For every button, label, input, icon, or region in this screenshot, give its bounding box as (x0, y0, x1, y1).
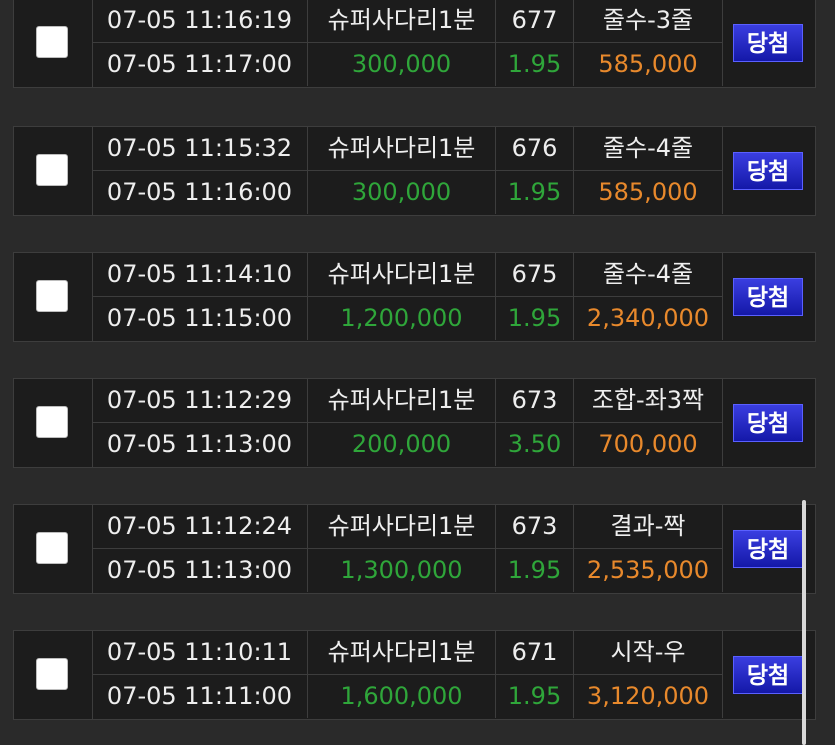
bet-entry: 07-05 11:14:10 슈퍼사다리1분 675 줄수-4줄 07-05 1… (13, 252, 816, 342)
select-checkbox[interactable] (36, 532, 68, 564)
bet-entry: 07-05 11:12:24 슈퍼사다리1분 673 결과-짝 07-05 11… (13, 504, 816, 594)
win-badge[interactable]: 당첨 (733, 152, 803, 190)
bet-pick: 줄수-4줄 (574, 127, 723, 170)
bet-entry: 07-05 11:15:32 슈퍼사다리1분 676 줄수-4줄 07-05 1… (13, 126, 816, 216)
bet-pick: 줄수-4줄 (574, 253, 723, 296)
bet-pick: 시작-우 (574, 631, 723, 674)
select-checkbox[interactable] (36, 406, 68, 438)
bet-odds: 3.50 (496, 423, 574, 466)
bet-time: 07-05 11:14:10 (92, 253, 308, 296)
select-checkbox[interactable] (36, 280, 68, 312)
bet-amount-row: 07-05 11:13:00 200,000 3.50 700,000 (92, 423, 723, 466)
round-number: 676 (496, 127, 574, 170)
result-cell: 당첨 (723, 0, 815, 87)
result-cell: 당첨 (723, 253, 815, 341)
bet-details: 07-05 11:10:11 슈퍼사다리1분 671 시작-우 07-05 11… (92, 631, 723, 719)
bet-amount-row: 07-05 11:16:00 300,000 1.95 585,000 (92, 171, 723, 214)
bet-time: 07-05 11:12:29 (92, 379, 308, 422)
payout-amount: 3,120,000 (574, 675, 723, 718)
bet-pick: 줄수-3줄 (574, 0, 723, 42)
select-checkbox[interactable] (36, 658, 68, 690)
payout-amount: 585,000 (574, 43, 723, 86)
bet-pick: 결과-짝 (574, 505, 723, 548)
bet-amount: 1,300,000 (308, 549, 496, 592)
bet-details: 07-05 11:12:24 슈퍼사다리1분 673 결과-짝 07-05 11… (92, 505, 723, 593)
bet-amount: 300,000 (308, 43, 496, 86)
draw-time: 07-05 11:15:00 (92, 297, 308, 340)
result-cell: 당첨 (723, 127, 815, 215)
bet-time: 07-05 11:12:24 (92, 505, 308, 548)
select-checkbox[interactable] (36, 154, 68, 186)
round-number: 675 (496, 253, 574, 296)
bet-entry: 07-05 11:10:11 슈퍼사다리1분 671 시작-우 07-05 11… (13, 630, 816, 720)
select-cell (14, 379, 93, 467)
round-number: 673 (496, 379, 574, 422)
bet-entry: 07-05 11:12:29 슈퍼사다리1분 673 조합-좌3짝 07-05 … (13, 378, 816, 468)
bet-history-list: 07-05 11:16:19 슈퍼사다리1분 677 줄수-3줄 07-05 1… (0, 0, 835, 745)
payout-amount: 585,000 (574, 171, 723, 214)
bet-amount: 300,000 (308, 171, 496, 214)
bet-info-row: 07-05 11:12:29 슈퍼사다리1분 673 조합-좌3짝 (92, 379, 723, 423)
select-cell (14, 253, 93, 341)
bet-amount-row: 07-05 11:17:00 300,000 1.95 585,000 (92, 43, 723, 86)
round-number: 671 (496, 631, 574, 674)
bet-entry: 07-05 11:16:19 슈퍼사다리1분 677 줄수-3줄 07-05 1… (13, 0, 816, 88)
bet-time: 07-05 11:16:19 (92, 0, 308, 42)
bet-odds: 1.95 (496, 675, 574, 718)
bet-details: 07-05 11:14:10 슈퍼사다리1분 675 줄수-4줄 07-05 1… (92, 253, 723, 341)
bet-info-row: 07-05 11:16:19 슈퍼사다리1분 677 줄수-3줄 (92, 0, 723, 43)
game-name: 슈퍼사다리1분 (308, 0, 496, 42)
bet-details: 07-05 11:12:29 슈퍼사다리1분 673 조합-좌3짝 07-05 … (92, 379, 723, 467)
payout-amount: 2,340,000 (574, 297, 723, 340)
bet-odds: 1.95 (496, 297, 574, 340)
bet-odds: 1.95 (496, 549, 574, 592)
draw-time: 07-05 11:13:00 (92, 549, 308, 592)
bet-info-row: 07-05 11:10:11 슈퍼사다리1분 671 시작-우 (92, 631, 723, 675)
game-name: 슈퍼사다리1분 (308, 505, 496, 548)
round-number: 677 (496, 0, 574, 42)
bet-amount: 200,000 (308, 423, 496, 466)
game-name: 슈퍼사다리1분 (308, 631, 496, 674)
win-badge[interactable]: 당첨 (733, 530, 803, 568)
bet-details: 07-05 11:15:32 슈퍼사다리1분 676 줄수-4줄 07-05 1… (92, 127, 723, 215)
bet-odds: 1.95 (496, 43, 574, 86)
draw-time: 07-05 11:13:00 (92, 423, 308, 466)
bet-amount: 1,200,000 (308, 297, 496, 340)
bet-info-row: 07-05 11:15:32 슈퍼사다리1분 676 줄수-4줄 (92, 127, 723, 171)
select-checkbox[interactable] (36, 26, 68, 58)
bet-info-row: 07-05 11:12:24 슈퍼사다리1분 673 결과-짝 (92, 505, 723, 549)
game-name: 슈퍼사다리1분 (308, 253, 496, 296)
bet-amount-row: 07-05 11:11:00 1,600,000 1.95 3,120,000 (92, 675, 723, 718)
win-badge[interactable]: 당첨 (733, 404, 803, 442)
bet-details: 07-05 11:16:19 슈퍼사다리1분 677 줄수-3줄 07-05 1… (92, 0, 723, 87)
bet-time: 07-05 11:15:32 (92, 127, 308, 170)
draw-time: 07-05 11:11:00 (92, 675, 308, 718)
win-badge[interactable]: 당첨 (733, 278, 803, 316)
draw-time: 07-05 11:16:00 (92, 171, 308, 214)
win-badge[interactable]: 당첨 (733, 24, 803, 62)
bet-amount-row: 07-05 11:13:00 1,300,000 1.95 2,535,000 (92, 549, 723, 592)
bet-amount: 1,600,000 (308, 675, 496, 718)
payout-amount: 700,000 (574, 423, 723, 466)
bet-time: 07-05 11:10:11 (92, 631, 308, 674)
bet-odds: 1.95 (496, 171, 574, 214)
bet-amount-row: 07-05 11:15:00 1,200,000 1.95 2,340,000 (92, 297, 723, 340)
select-cell (14, 0, 93, 87)
game-name: 슈퍼사다리1분 (308, 379, 496, 422)
select-cell (14, 505, 93, 593)
bet-pick: 조합-좌3짝 (574, 379, 723, 422)
scrollbar-thumb[interactable] (802, 500, 806, 745)
payout-amount: 2,535,000 (574, 549, 723, 592)
round-number: 673 (496, 505, 574, 548)
result-cell: 당첨 (723, 379, 815, 467)
select-cell (14, 127, 93, 215)
bet-info-row: 07-05 11:14:10 슈퍼사다리1분 675 줄수-4줄 (92, 253, 723, 297)
select-cell (14, 631, 93, 719)
win-badge[interactable]: 당첨 (733, 656, 803, 694)
game-name: 슈퍼사다리1분 (308, 127, 496, 170)
draw-time: 07-05 11:17:00 (92, 43, 308, 86)
